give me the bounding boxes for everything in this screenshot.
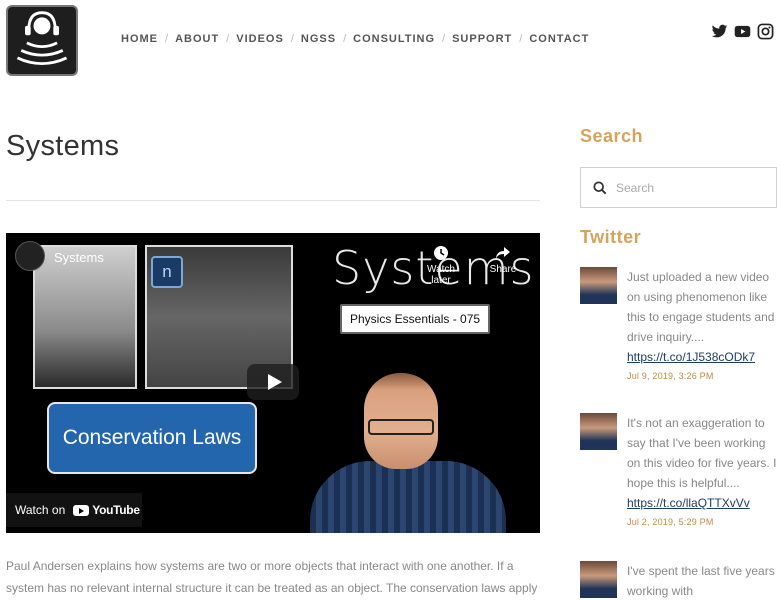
- play-button[interactable]: [247, 364, 299, 400]
- nav-consulting[interactable]: CONSULTING: [353, 33, 435, 45]
- title-divider: [6, 200, 540, 201]
- youtube-icon[interactable]: [734, 23, 751, 40]
- site-logo[interactable]: [6, 5, 78, 76]
- watch-later-label: Watch later: [427, 264, 455, 286]
- tweet-avatar[interactable]: [580, 267, 617, 304]
- watch-on-label: Watch on: [15, 503, 66, 517]
- presenter-glasses: [368, 419, 434, 435]
- tweet-text: I've spent the last five years working w…: [627, 564, 775, 598]
- search-heading: Search: [580, 126, 644, 146]
- nav-contact[interactable]: CONTACT: [529, 33, 589, 45]
- nav-videos[interactable]: VIDEOS: [236, 33, 284, 45]
- share-label: Share: [489, 264, 517, 275]
- share-button[interactable]: Share: [486, 245, 520, 275]
- social-links: [711, 23, 774, 40]
- page-title: Systems: [6, 130, 120, 162]
- nav-separator: /: [519, 33, 523, 45]
- video-player[interactable]: n Systems Systems Watch later Share Phys…: [6, 233, 540, 533]
- series-label: Physics Essentials - 075: [340, 304, 491, 334]
- badge-letter: n: [151, 256, 183, 288]
- main-nav: HOME / ABOUT / VIDEOS / NGSS / CONSULTIN…: [121, 33, 589, 45]
- nav-ngss[interactable]: NGSS: [301, 33, 336, 45]
- nav-separator: /: [343, 33, 347, 45]
- nav-about[interactable]: ABOUT: [175, 33, 219, 45]
- clock-icon: [434, 246, 448, 260]
- share-arrow-icon: [496, 247, 510, 259]
- search-box[interactable]: [580, 167, 777, 208]
- presenter-image: [310, 373, 506, 533]
- headphones-logo-icon: [16, 11, 68, 66]
- video-title[interactable]: Systems: [54, 250, 104, 265]
- tweet-link[interactable]: https://t.co/llaQTTXvVv: [627, 493, 777, 513]
- nav-separator: /: [290, 33, 294, 45]
- tweet-text: Just uploaded a new video on using pheno…: [627, 270, 775, 344]
- play-icon: [267, 374, 282, 390]
- tweet-avatar[interactable]: [580, 413, 617, 450]
- video-description: Paul Andersen explains how systems are t…: [6, 559, 538, 595]
- youtube-play-icon: [73, 504, 90, 516]
- watch-on-youtube-button[interactable]: Watch on YouTube: [6, 493, 142, 527]
- feynman-photo: [33, 245, 137, 389]
- nav-home[interactable]: HOME: [121, 33, 158, 45]
- youtube-wordmark: YouTube: [92, 503, 140, 517]
- tweet-date[interactable]: Jul 9, 2019, 3:26 PM: [627, 371, 777, 381]
- channel-avatar[interactable]: [15, 241, 45, 271]
- nav-separator: /: [442, 33, 446, 45]
- nav-support[interactable]: SUPPORT: [452, 33, 512, 45]
- twitter-heading: Twitter: [580, 227, 642, 247]
- tweet-text: It's not an exaggeration to say that I'v…: [627, 416, 777, 490]
- youtube-logo: YouTube: [73, 503, 140, 517]
- instagram-icon[interactable]: [757, 23, 774, 40]
- nav-separator: /: [165, 33, 169, 45]
- search-input[interactable]: [616, 180, 766, 195]
- tweet-avatar[interactable]: [580, 561, 617, 598]
- twitter-icon[interactable]: [711, 23, 728, 40]
- concept-label: Conservation Laws: [47, 402, 257, 474]
- presenter-shirt: [310, 461, 506, 533]
- watch-later-button[interactable]: Watch later: [418, 245, 464, 286]
- tweet-date[interactable]: Jul 2, 2019, 5:29 PM: [627, 517, 777, 527]
- search-icon: [593, 180, 607, 194]
- tweet-link[interactable]: https://t.co/1J538cODk7: [627, 347, 777, 367]
- nav-separator: /: [226, 33, 230, 45]
